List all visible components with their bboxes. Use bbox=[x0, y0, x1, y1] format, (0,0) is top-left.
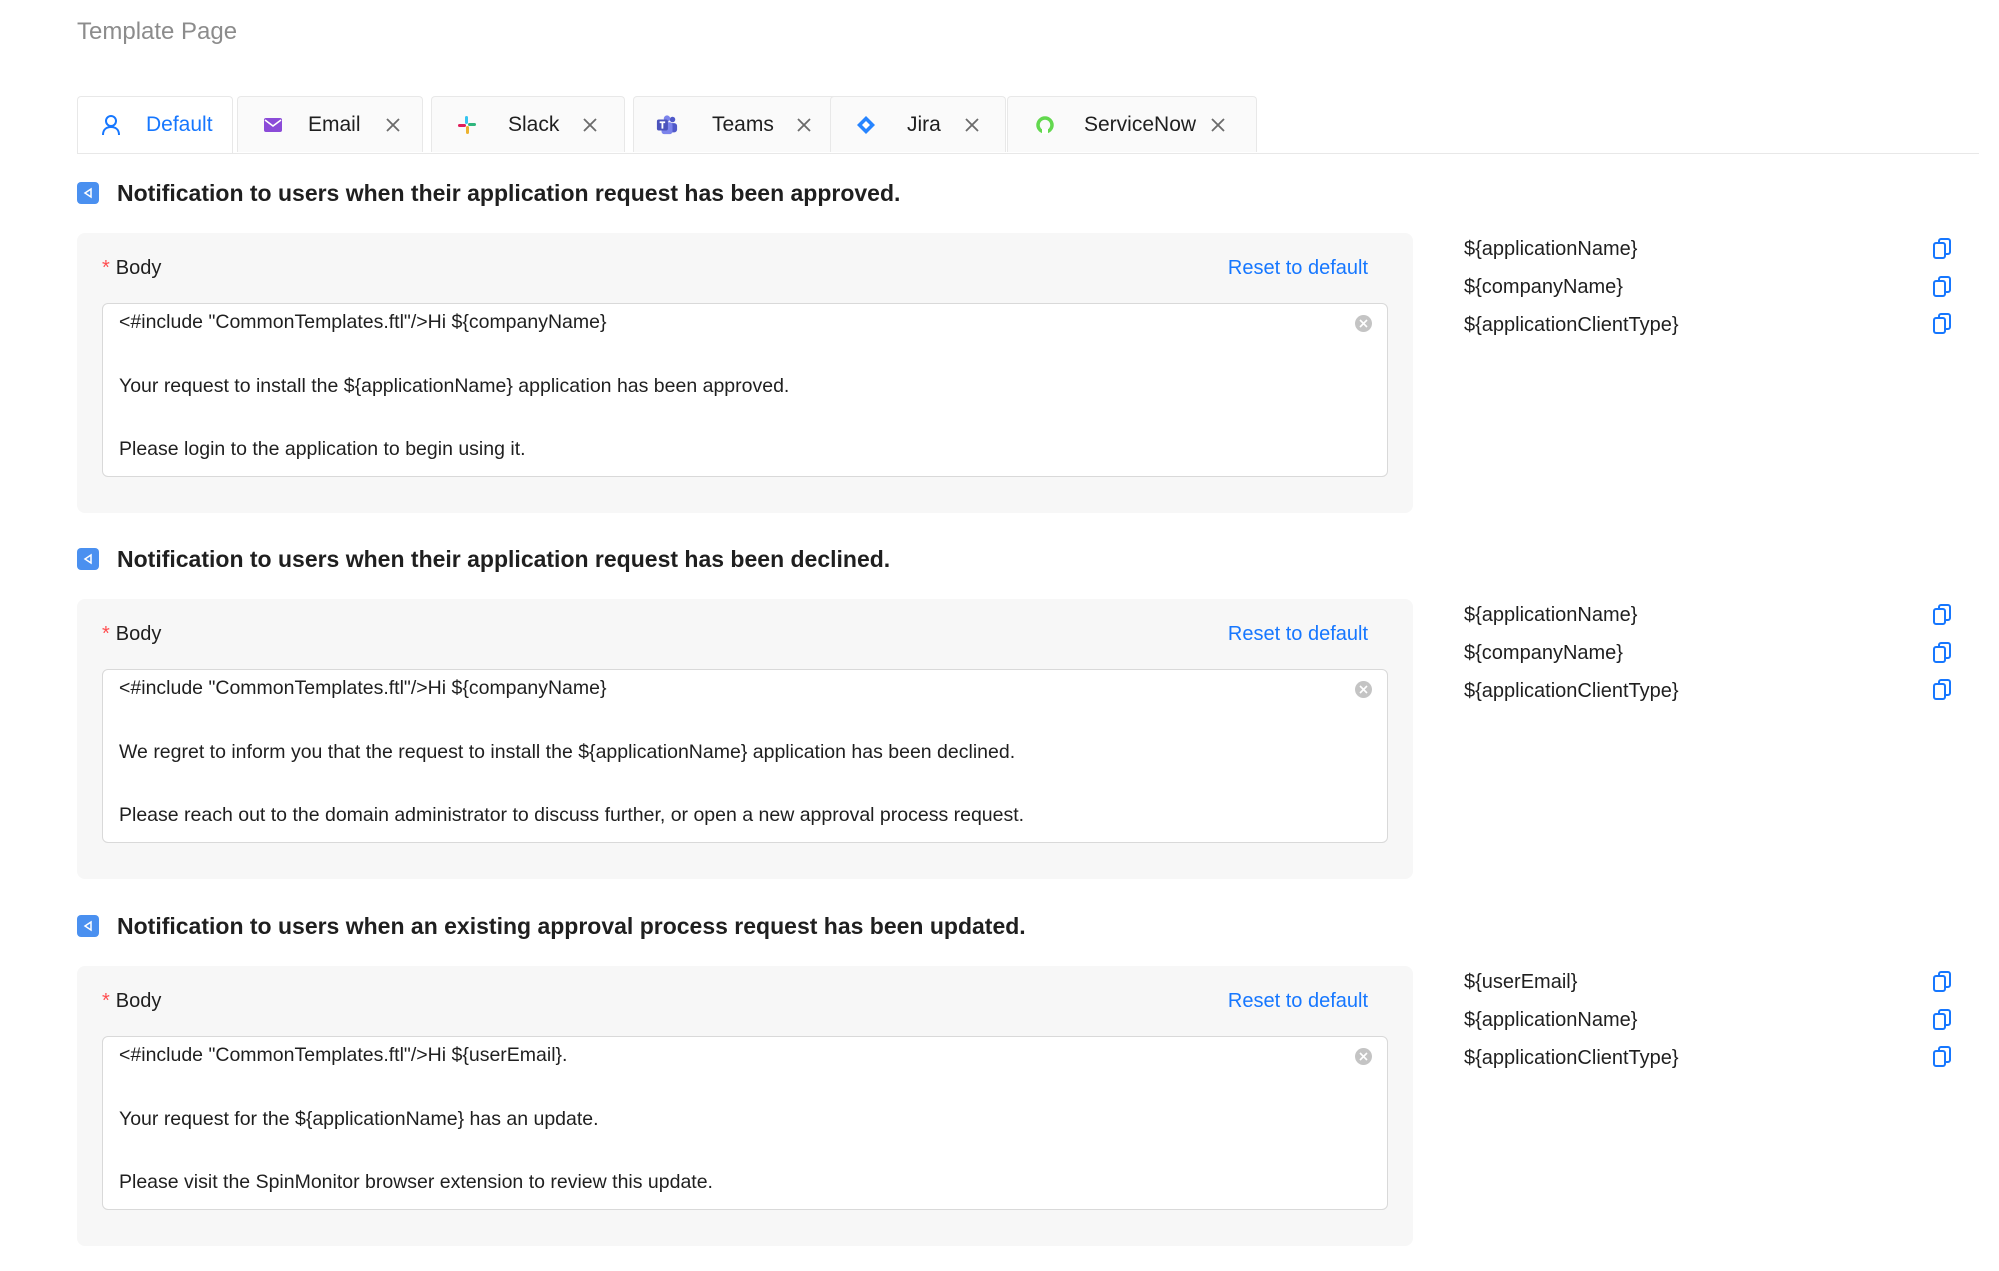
required-marker: * bbox=[102, 990, 110, 1012]
servicenow-icon bbox=[1034, 114, 1056, 136]
variable-item: ${applicationName} bbox=[1464, 1008, 1964, 1046]
reset-to-default-link[interactable]: Reset to default bbox=[1228, 257, 1368, 280]
teams-icon bbox=[656, 114, 678, 136]
tab-servicenow[interactable]: ServiceNow bbox=[1007, 96, 1257, 152]
copy-icon[interactable] bbox=[1932, 313, 1952, 335]
tab-servicenow-label: ServiceNow bbox=[1084, 113, 1197, 136]
variable-name: ${userEmail} bbox=[1464, 971, 1578, 993]
section-title: Notification to users when their applica… bbox=[117, 545, 891, 572]
body-line: <#include "CommonTemplates.ftl"/>Hi ${us… bbox=[119, 1044, 568, 1066]
clear-icon[interactable] bbox=[1355, 681, 1372, 698]
channel-tabs: Default Email Slack Teams Jira ServiceNo… bbox=[77, 96, 1979, 154]
notification-icon bbox=[77, 915, 99, 937]
variable-item: ${companyName} bbox=[1464, 275, 1964, 313]
tab-jira[interactable]: Jira bbox=[830, 96, 1006, 152]
slack-icon bbox=[456, 114, 478, 136]
notification-icon bbox=[77, 182, 99, 204]
page-title: Template Page bbox=[77, 18, 238, 45]
tab-teams[interactable]: Teams bbox=[633, 96, 837, 152]
variable-item: ${applicationClientType} bbox=[1464, 313, 1964, 351]
variable-name: ${applicationName} bbox=[1464, 238, 1638, 260]
copy-icon[interactable] bbox=[1932, 238, 1952, 260]
required-marker: * bbox=[102, 623, 110, 645]
body-line: Please login to the application to begin… bbox=[119, 438, 526, 460]
variable-item: ${applicationName} bbox=[1464, 603, 1964, 641]
body-line: Your request to install the ${applicatio… bbox=[119, 374, 790, 397]
copy-icon[interactable] bbox=[1932, 604, 1952, 626]
body-textarea[interactable]: <#include "CommonTemplates.ftl"/>Hi ${co… bbox=[102, 303, 1388, 477]
close-icon[interactable] bbox=[383, 114, 403, 136]
body-line: Please reach out to the domain administr… bbox=[119, 804, 1025, 826]
body-line: Please visit the SpinMonitor browser ext… bbox=[119, 1171, 713, 1193]
copy-icon[interactable] bbox=[1932, 679, 1952, 701]
copy-icon[interactable] bbox=[1932, 971, 1952, 993]
body-line: We regret to inform you that the request… bbox=[119, 740, 1016, 763]
variable-name: ${applicationClientType} bbox=[1464, 1047, 1679, 1069]
body-label: * Body bbox=[102, 623, 162, 645]
close-icon[interactable] bbox=[962, 114, 982, 136]
section-heading: Notification to users when their applica… bbox=[77, 179, 900, 207]
tab-slack-label: Slack bbox=[508, 113, 560, 136]
variable-name: ${applicationName} bbox=[1464, 1009, 1638, 1031]
body-line: Your request for the ${applicationName} … bbox=[119, 1107, 599, 1130]
body-line: <#include "CommonTemplates.ftl"/>Hi ${co… bbox=[119, 311, 607, 333]
variable-item: ${applicationClientType} bbox=[1464, 679, 1964, 717]
jira-icon bbox=[855, 114, 877, 136]
tab-jira-label: Jira bbox=[907, 113, 941, 136]
tab-email-label: Email bbox=[308, 113, 361, 136]
variable-list: ${applicationName} ${companyName} ${appl… bbox=[1464, 237, 1964, 351]
variable-item: ${userEmail} bbox=[1464, 970, 1964, 1008]
copy-icon[interactable] bbox=[1932, 1046, 1952, 1068]
variable-list: ${userEmail} ${applicationName} ${applic… bbox=[1464, 970, 1964, 1084]
variable-list: ${applicationName} ${companyName} ${appl… bbox=[1464, 603, 1964, 717]
tab-teams-label: Teams bbox=[712, 113, 774, 136]
section-heading: Notification to users when an existing a… bbox=[77, 912, 1026, 940]
copy-icon[interactable] bbox=[1932, 1009, 1952, 1031]
body-label: * Body bbox=[102, 990, 162, 1012]
close-icon[interactable] bbox=[794, 114, 814, 136]
body-label: * Body bbox=[102, 257, 162, 279]
body-textarea[interactable]: <#include "CommonTemplates.ftl"/>Hi ${co… bbox=[102, 669, 1388, 843]
tab-email[interactable]: Email bbox=[237, 96, 423, 152]
template-card: * Body Reset to default <#include "Common… bbox=[77, 599, 1413, 879]
variable-name: ${applicationClientType} bbox=[1464, 680, 1679, 702]
mail-icon bbox=[262, 114, 284, 136]
section-title: Notification to users when their applica… bbox=[117, 179, 901, 206]
tab-slack[interactable]: Slack bbox=[431, 96, 625, 152]
close-icon[interactable] bbox=[580, 114, 600, 136]
template-card: * Body Reset to default <#include "Common… bbox=[77, 233, 1413, 513]
variable-name: ${applicationClientType} bbox=[1464, 314, 1679, 336]
reset-to-default-link[interactable]: Reset to default bbox=[1228, 990, 1368, 1013]
section-title: Notification to users when an existing a… bbox=[117, 912, 1026, 939]
tab-default-label: Default bbox=[146, 113, 213, 136]
variable-item: ${companyName} bbox=[1464, 641, 1964, 679]
body-line: <#include "CommonTemplates.ftl"/>Hi ${co… bbox=[119, 677, 607, 699]
tab-default[interactable]: Default bbox=[77, 96, 233, 153]
variable-item: ${applicationClientType} bbox=[1464, 1046, 1964, 1084]
body-textarea[interactable]: <#include "CommonTemplates.ftl"/>Hi ${us… bbox=[102, 1036, 1388, 1210]
section-heading: Notification to users when their applica… bbox=[77, 545, 890, 573]
clear-icon[interactable] bbox=[1355, 315, 1372, 332]
variable-name: ${companyName} bbox=[1464, 276, 1623, 298]
clear-icon[interactable] bbox=[1355, 1048, 1372, 1065]
close-icon[interactable] bbox=[1208, 114, 1228, 136]
template-card: * Body Reset to default <#include "Common… bbox=[77, 966, 1413, 1246]
variable-name: ${applicationName} bbox=[1464, 604, 1638, 626]
variable-item: ${applicationName} bbox=[1464, 237, 1964, 275]
copy-icon[interactable] bbox=[1932, 642, 1952, 664]
variable-name: ${companyName} bbox=[1464, 642, 1623, 664]
copy-icon[interactable] bbox=[1932, 276, 1952, 298]
user-icon bbox=[100, 114, 122, 136]
reset-to-default-link[interactable]: Reset to default bbox=[1228, 623, 1368, 646]
notification-icon bbox=[77, 548, 99, 570]
required-marker: * bbox=[102, 257, 110, 279]
